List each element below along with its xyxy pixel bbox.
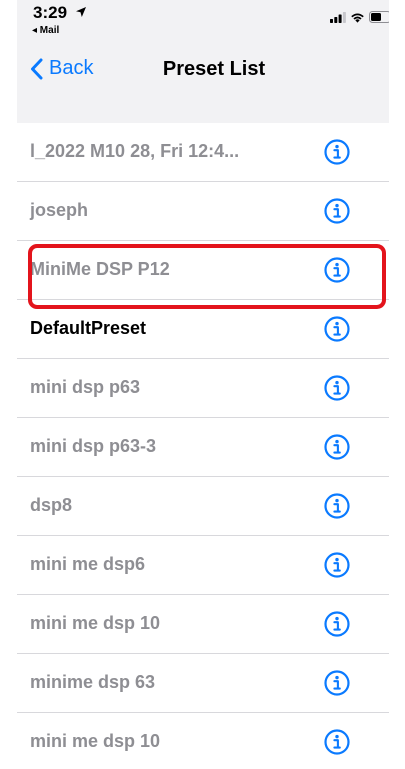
location-arrow-icon <box>75 7 86 17</box>
phone-screen: 3:29 ◂ Mail Back Preset List l_2022 M10 … <box>17 0 389 769</box>
preset-row-5[interactable]: mini dsp p63-3 <box>17 418 389 477</box>
preset-row-1[interactable]: joseph <box>17 182 389 241</box>
preset-name: mini dsp p63 <box>30 377 141 397</box>
info-circle-icon[interactable] <box>324 434 350 460</box>
preset-name: mini dsp p63-3 <box>30 436 157 456</box>
wifi-icon <box>351 12 364 23</box>
page-title: Preset List <box>162 58 266 80</box>
preset-name: MiniMe DSP P12 <box>30 259 170 279</box>
status-time: 3:29 <box>33 3 87 23</box>
info-circle-icon[interactable] <box>324 375 350 401</box>
preset-name: l_2022 M10 28, Fri 12:4... <box>30 141 240 161</box>
status-time-text: 3:29 <box>33 3 68 22</box>
preset-row-10[interactable]: mini me dsp 10 <box>17 713 389 769</box>
preset-name: joseph <box>30 200 89 220</box>
info-circle-icon[interactable] <box>324 552 350 578</box>
preset-name: mini me dsp 10 <box>30 731 161 751</box>
preset-name: DefaultPreset <box>30 318 147 338</box>
info-circle-icon[interactable] <box>324 198 350 224</box>
info-circle-icon[interactable] <box>324 729 350 755</box>
preset-list: l_2022 M10 28, Fri 12:4... joseph MiniMe… <box>17 123 389 769</box>
preset-row-3[interactable]: DefaultPreset <box>17 300 389 359</box>
preset-name: mini me dsp6 <box>30 554 146 574</box>
info-circle-icon[interactable] <box>324 493 350 519</box>
status-icons <box>330 10 389 24</box>
info-circle-icon[interactable] <box>324 316 350 342</box>
preset-name: minime dsp 63 <box>30 672 156 692</box>
preset-row-6[interactable]: dsp8 <box>17 477 389 536</box>
cellular-signal-icon <box>330 11 346 23</box>
info-circle-icon[interactable] <box>324 139 350 165</box>
frame-edge <box>389 0 405 769</box>
info-circle-icon[interactable] <box>324 611 350 637</box>
info-circle-icon[interactable] <box>324 257 350 283</box>
info-circle-icon[interactable] <box>324 670 350 696</box>
preset-name: mini me dsp 10 <box>30 613 161 633</box>
preset-row-0[interactable]: l_2022 M10 28, Fri 12:4... <box>17 123 389 182</box>
screenshot-frame: 3:29 ◂ Mail Back Preset List l_2022 M10 … <box>0 0 405 769</box>
battery-icon <box>369 11 389 23</box>
preset-name: dsp8 <box>30 495 73 515</box>
preset-row-4[interactable]: mini dsp p63 <box>17 359 389 418</box>
back-to-mail-link[interactable]: ◂ Mail <box>32 25 59 36</box>
preset-row-7[interactable]: mini me dsp6 <box>17 536 389 595</box>
preset-row-2[interactable]: MiniMe DSP P12 <box>17 241 389 300</box>
preset-row-8[interactable]: mini me dsp 10 <box>17 595 389 654</box>
preset-row-9[interactable]: minime dsp 63 <box>17 654 389 713</box>
